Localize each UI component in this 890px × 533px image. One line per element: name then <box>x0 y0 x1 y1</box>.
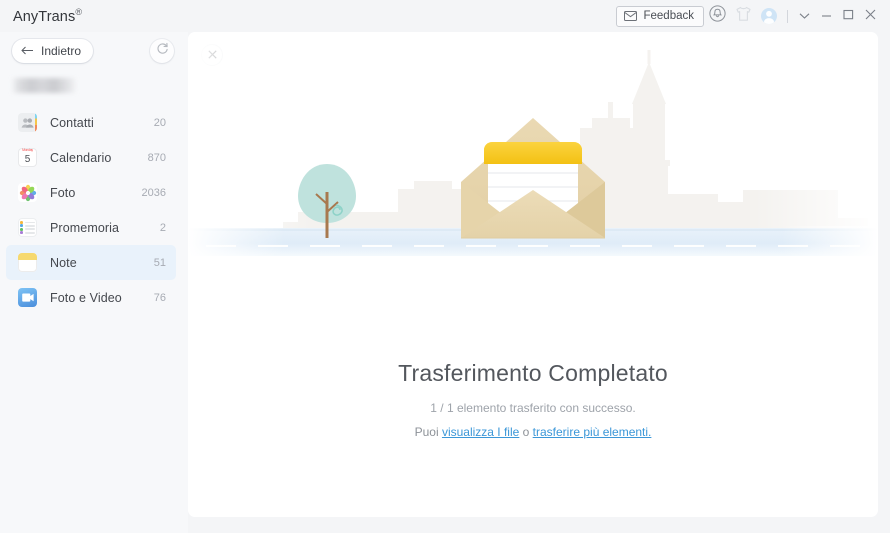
envelope-icon <box>624 11 638 21</box>
sidebar-list: Contatti 20 Monday 5 Calendario 870 Foto… <box>0 105 188 315</box>
feedback-button[interactable]: Feedback <box>616 5 704 27</box>
sidebar-item-label: Note <box>50 255 77 270</box>
sidebar-item-calendario[interactable]: Monday 5 Calendario 870 <box>6 140 176 175</box>
app-title: AnyTrans® <box>13 7 82 25</box>
more-menu-button[interactable] <box>793 3 815 29</box>
arrow-left-icon <box>21 44 34 58</box>
view-files-link[interactable]: visualizza I file <box>442 425 519 439</box>
close-icon <box>865 7 876 25</box>
sidebar-item-count: 2036 <box>141 186 166 199</box>
sidebar-item-label: Foto <box>50 185 76 200</box>
app-title-text: AnyTrans <box>13 8 76 25</box>
calendar-icon: Monday 5 <box>18 148 37 167</box>
page-title: Trasferimento Completato <box>398 360 668 386</box>
bell-icon <box>708 5 726 27</box>
close-button[interactable] <box>859 3 881 29</box>
device-name-redacted <box>12 78 76 93</box>
titlebar-divider <box>787 9 788 23</box>
app-window: AnyTrans® Feedback Indietro Contatti 20 … <box>0 0 890 533</box>
contacts-icon <box>18 113 37 132</box>
sidebar-item-promemoria[interactable]: Promemoria 2 <box>6 210 176 245</box>
links-prefix: Puoi <box>414 425 442 439</box>
sidebar-item-count: 76 <box>153 291 166 304</box>
sidebar-item-label: Foto e Video <box>50 290 122 305</box>
notes-icon <box>18 253 37 272</box>
sidebar-item-foto-e-video[interactable]: Foto e Video 76 <box>6 280 176 315</box>
chevron-down-icon <box>799 7 810 25</box>
minimize-button[interactable] <box>815 3 837 29</box>
sidebar-item-count: 20 <box>153 116 166 129</box>
photos-icon <box>18 183 37 202</box>
notification-button[interactable] <box>704 3 730 29</box>
sidebar-item-label: Promemoria <box>50 220 120 235</box>
maximize-icon <box>842 7 854 25</box>
reminders-icon <box>18 218 37 237</box>
content-panel: Trasferimento Completato 1 / 1 elemento … <box>188 32 878 517</box>
sidebar: Indietro Contatti 20 Monday 5 Calendario… <box>0 32 188 533</box>
transfer-summary: 1 / 1 elemento trasferito con successo. <box>430 401 636 415</box>
title-bar: AnyTrans® Feedback <box>0 0 890 32</box>
photos-videos-icon <box>18 288 37 307</box>
sidebar-item-count: 2 <box>159 221 166 234</box>
t-shirt-icon <box>735 6 752 27</box>
account-button[interactable] <box>756 3 782 29</box>
sidebar-item-count: 870 <box>147 151 166 164</box>
minimize-icon <box>821 7 832 25</box>
title-bar-controls: Feedback <box>616 0 890 32</box>
envelope-city-illustration <box>188 42 878 332</box>
completion-message: Trasferimento Completato 1 / 1 elemento … <box>188 360 878 439</box>
links-middle: o <box>519 425 533 439</box>
sidebar-item-label: Calendario <box>50 150 112 165</box>
shirt-button[interactable] <box>730 3 756 29</box>
registered-mark: ® <box>75 7 83 18</box>
sidebar-toolbar: Indietro <box>0 32 188 70</box>
transfer-more-link[interactable]: trasferire più elementi. <box>533 425 652 439</box>
action-links: Puoi visualizza I file o trasferire più … <box>188 425 878 439</box>
sidebar-item-contatti[interactable]: Contatti 20 <box>6 105 176 140</box>
refresh-button[interactable] <box>150 39 174 63</box>
maximize-button[interactable] <box>837 3 859 29</box>
back-button[interactable]: Indietro <box>12 39 94 63</box>
back-label: Indietro <box>41 44 82 58</box>
refresh-icon <box>156 42 169 60</box>
sidebar-item-label: Contatti <box>50 115 94 130</box>
sidebar-item-count: 51 <box>153 256 166 269</box>
sidebar-item-foto[interactable]: Foto 2036 <box>6 175 176 210</box>
sidebar-item-note[interactable]: Note 51 <box>6 245 176 280</box>
feedback-label: Feedback <box>643 10 694 22</box>
user-avatar-icon <box>761 8 777 24</box>
